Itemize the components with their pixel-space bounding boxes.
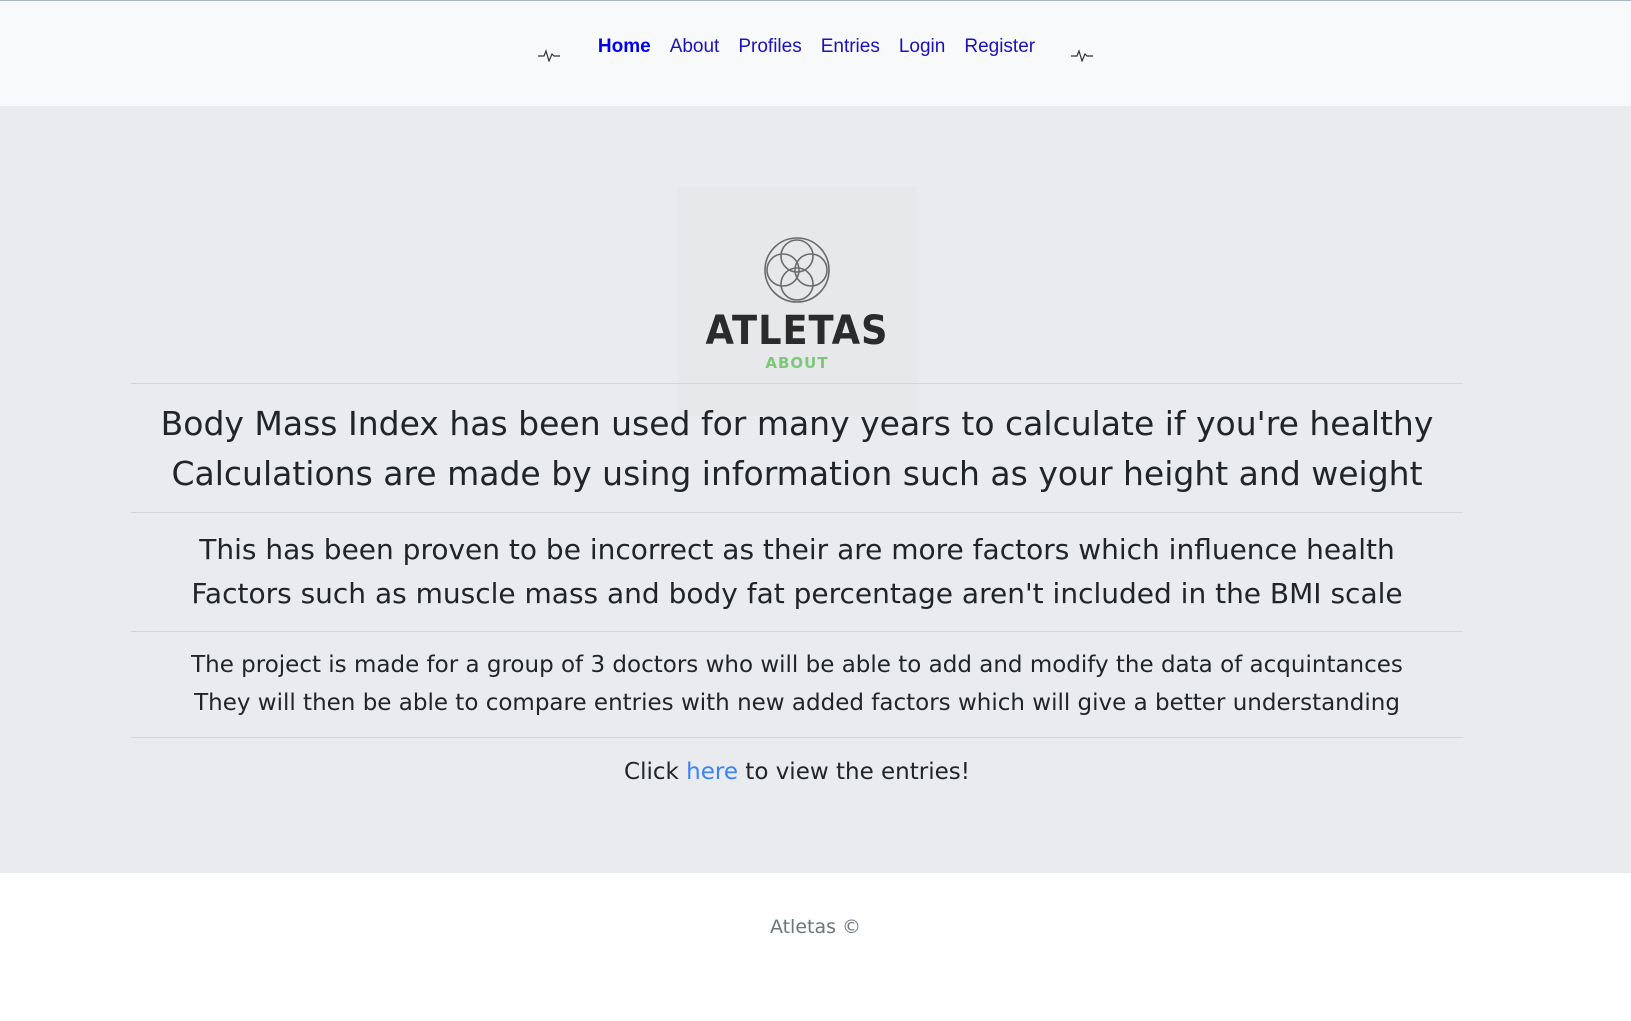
nav-about-link[interactable]: About — [660, 31, 729, 63]
nav-menu: Home About Profiles Entries Login Regist… — [0, 31, 1631, 63]
atletas-logo: ATLETAS ABOUT — [677, 186, 917, 416]
entries-here-link[interactable]: here — [686, 759, 738, 785]
bmi-heading-line-1: Body Mass Index has been used for many y… — [160, 404, 1434, 443]
main-content: ATLETAS ABOUT Body Mass Index has been u… — [0, 106, 1631, 873]
project-info-line-1: The project is made for a group of 3 doc… — [191, 652, 1403, 678]
nav-home-link[interactable]: Home — [588, 31, 660, 63]
footer-copyright: Atletas © — [769, 916, 862, 938]
bmi-heading-line-2: Calculations are made by using informati… — [171, 454, 1423, 493]
divider — [131, 383, 1463, 384]
nav-register-link[interactable]: Register — [955, 31, 1045, 63]
cta-suffix: to view the entries! — [737, 759, 970, 785]
entries-cta: Click here to view the entries! — [131, 759, 1463, 785]
divider — [131, 512, 1463, 513]
bmi-subheading-line-1: This has been proven to be incorrect as … — [199, 533, 1395, 566]
footer: Atletas © — [0, 873, 1631, 1021]
pulse-icon — [538, 49, 561, 62]
nav-profiles-link[interactable]: Profiles — [729, 31, 811, 63]
pulse-icon — [1070, 49, 1093, 62]
interlocking-rings-icon — [764, 237, 830, 303]
top-navbar: Home About Profiles Entries Login Regist… — [0, 0, 1631, 106]
divider — [131, 631, 1463, 632]
divider — [131, 737, 1463, 738]
bmi-subheading-line-2: Factors such as muscle mass and body fat… — [191, 577, 1403, 610]
nav-entries-link[interactable]: Entries — [811, 31, 889, 63]
nav-login-link[interactable]: Login — [889, 31, 955, 63]
logo-wordmark: ATLETAS — [705, 308, 889, 354]
project-info-line-2: They will then be able to compare entrie… — [194, 690, 1400, 716]
cta-prefix: Click — [624, 759, 687, 785]
logo-subtitle: ABOUT — [765, 354, 829, 372]
